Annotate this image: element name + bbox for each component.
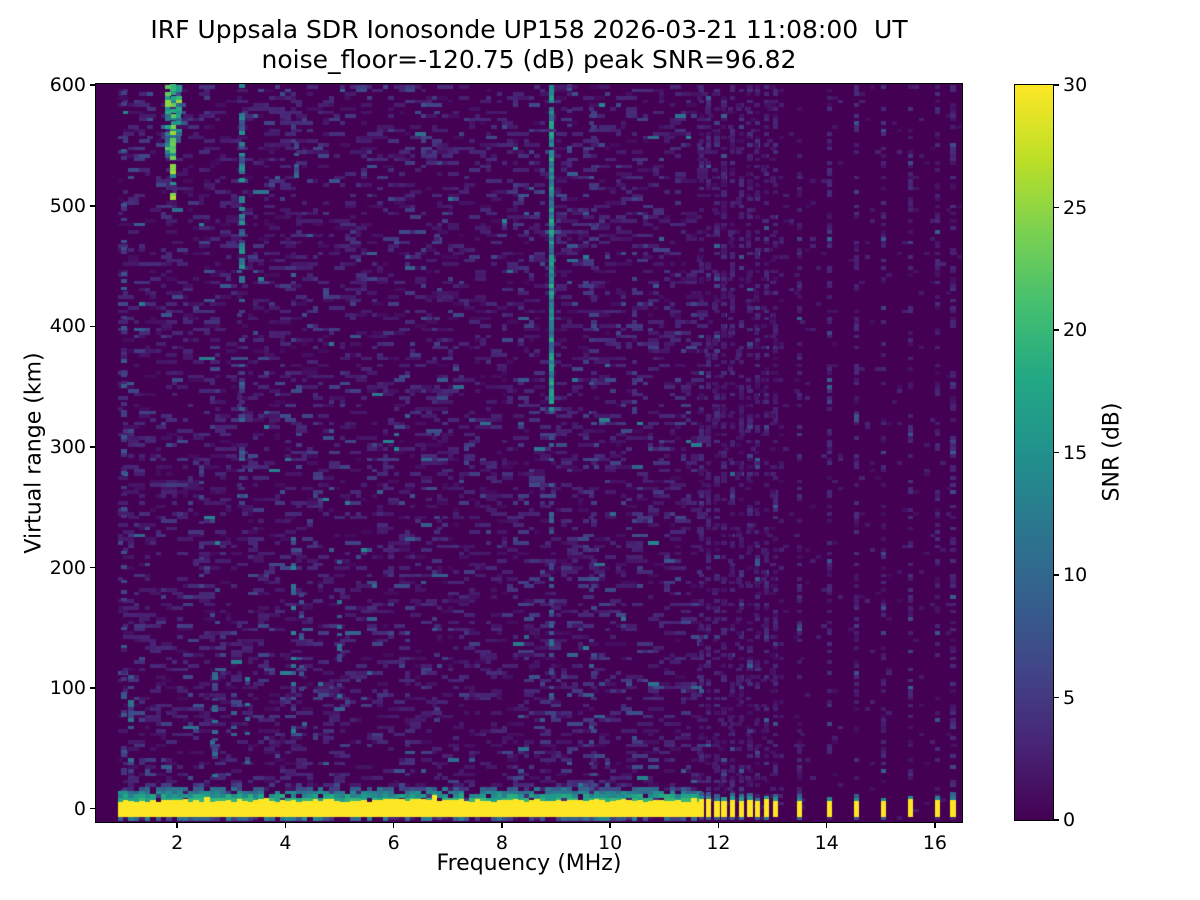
x-tick-mark bbox=[392, 822, 395, 828]
x-tick-mark bbox=[501, 822, 503, 828]
x-tick-mark bbox=[284, 822, 287, 828]
x-tick-mark bbox=[176, 822, 178, 828]
x-tick-mark bbox=[609, 822, 611, 828]
x-tick-label: 4 bbox=[279, 832, 292, 854]
colorbar-gradient-canvas bbox=[1014, 84, 1054, 821]
y-tick-label: 300 bbox=[49, 435, 86, 458]
x-tick-label: 6 bbox=[387, 832, 400, 854]
colorbar-tick-label: 15 bbox=[1063, 441, 1088, 464]
y-tick-mark bbox=[90, 566, 96, 569]
colorbar-tick-mark bbox=[1053, 819, 1059, 821]
y-tick-label: 100 bbox=[49, 677, 86, 700]
x-tick-label: 12 bbox=[706, 832, 731, 854]
colorbar-tick-mark bbox=[1053, 84, 1059, 86]
x-tick-mark bbox=[934, 822, 936, 828]
colorbar-tick-label: 0 bbox=[1063, 809, 1076, 831]
y-tick-label: 0 bbox=[73, 797, 86, 820]
x-tick-mark bbox=[825, 822, 828, 828]
y-tick-mark bbox=[90, 807, 96, 810]
colorbar-tick-mark bbox=[1053, 329, 1059, 331]
x-tick-label: 2 bbox=[171, 832, 184, 854]
x-tick-label: 16 bbox=[922, 832, 948, 854]
y-tick-label: 200 bbox=[49, 556, 86, 579]
colorbar-tick-mark bbox=[1053, 574, 1059, 576]
colorbar-tick-label: 30 bbox=[1063, 74, 1088, 96]
colorbar-tick-label: 5 bbox=[1063, 686, 1076, 709]
colorbar-tick-mark bbox=[1053, 206, 1059, 209]
colorbar-tick-label: 25 bbox=[1063, 196, 1088, 219]
x-tick-label: 14 bbox=[814, 832, 839, 854]
colorbar-tick-mark bbox=[1053, 451, 1059, 454]
ionogram-figure: IRF Uppsala SDR Ionosonde UP158 2026-03-… bbox=[0, 0, 1200, 900]
x-tick-label: 10 bbox=[598, 832, 623, 854]
y-tick-mark bbox=[90, 205, 96, 207]
y-tick-mark bbox=[90, 84, 96, 86]
colorbar-tick-label: 20 bbox=[1063, 319, 1088, 341]
y-tick-mark bbox=[90, 325, 96, 328]
y-tick-label: 600 bbox=[49, 74, 86, 97]
y-tick-mark bbox=[90, 687, 96, 689]
y-tick-label: 500 bbox=[49, 194, 86, 217]
colorbar-tick-mark bbox=[1053, 696, 1059, 699]
ionogram-heatmap-canvas bbox=[95, 83, 963, 823]
x-tick-label: 8 bbox=[495, 832, 508, 854]
colorbar-label: SNR (dB) bbox=[1099, 402, 1125, 502]
chart-title: IRF Uppsala SDR Ionosonde UP158 2026-03-… bbox=[150, 15, 908, 44]
colorbar-tick-label: 10 bbox=[1063, 564, 1088, 586]
chart-subtitle: noise_floor=-120.75 (dB) peak SNR=96.82 bbox=[261, 45, 797, 74]
y-tick-mark bbox=[90, 446, 96, 448]
x-axis-label: Frequency (MHz) bbox=[436, 851, 622, 876]
x-tick-mark bbox=[717, 822, 720, 828]
y-tick-label: 400 bbox=[49, 315, 86, 338]
